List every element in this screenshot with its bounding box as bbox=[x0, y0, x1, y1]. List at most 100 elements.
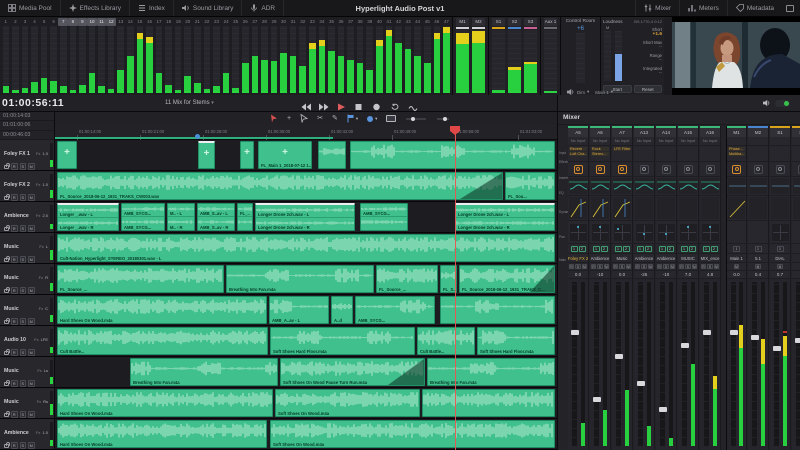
strip-track-name[interactable]: 5.1 bbox=[748, 254, 768, 263]
insert-power-button[interactable] bbox=[706, 165, 715, 174]
track-r-button[interactable]: R bbox=[11, 163, 18, 170]
track-r-button[interactable]: R bbox=[11, 349, 18, 356]
lock-icon[interactable] bbox=[4, 444, 9, 448]
audio-clip[interactable]: FL_Source_... bbox=[376, 265, 438, 293]
audio-clip[interactable]: Breathing Into Fan.m4a bbox=[130, 358, 278, 386]
strip-track-name[interactable]: MIX_ence bbox=[700, 254, 720, 263]
fader-handle[interactable] bbox=[703, 330, 711, 335]
strip-input[interactable] bbox=[792, 137, 800, 146]
strip-pan[interactable] bbox=[748, 221, 768, 244]
track-s-button[interactable]: S bbox=[20, 163, 27, 170]
strip-dynamics[interactable] bbox=[612, 196, 632, 221]
track-lane[interactable]: Hard Shoes On Wood.m4aAMB_A..av - LA..dA… bbox=[55, 295, 557, 325]
audio-clip[interactable]: AMB_SYCG... bbox=[355, 296, 435, 324]
effect-item[interactable]: LFE Filter bbox=[613, 147, 631, 151]
fader-track[interactable] bbox=[752, 282, 757, 446]
audio-clip[interactable]: Breathing Into Fan.m4a bbox=[226, 265, 374, 293]
audio-clip[interactable] bbox=[57, 141, 77, 169]
strip-effects[interactable] bbox=[792, 146, 800, 162]
track-r-button[interactable]: R bbox=[11, 256, 18, 263]
track-header[interactable]: MusicFxCRSM bbox=[0, 295, 55, 325]
main-assign-chip[interactable]: 1 bbox=[637, 246, 644, 252]
strip-m-button[interactable]: M bbox=[604, 264, 610, 270]
audio-clip[interactable]: Cult Battle... bbox=[57, 327, 268, 355]
strip-track-name[interactable] bbox=[792, 254, 800, 263]
track-m-button[interactable]: M bbox=[28, 225, 35, 232]
strip-pan[interactable] bbox=[792, 221, 800, 244]
strip-eq[interactable] bbox=[770, 177, 790, 196]
main-assign-chip[interactable]: 1 bbox=[571, 246, 578, 252]
insert-power-button[interactable] bbox=[776, 165, 785, 174]
strip-eq[interactable] bbox=[568, 177, 588, 196]
audio-clip[interactable]: Cult-Nation_Hyperlight_STEREO_20180301.w… bbox=[57, 234, 555, 262]
record-button[interactable] bbox=[372, 98, 383, 116]
track-height-control[interactable] bbox=[436, 115, 450, 123]
strip-effects[interactable] bbox=[678, 146, 698, 162]
strip-m-button[interactable]: M bbox=[648, 264, 654, 270]
track-m-button[interactable]: M bbox=[28, 380, 35, 387]
strip-m-button[interactable]: M bbox=[692, 264, 698, 270]
strip-pan[interactable] bbox=[678, 221, 698, 244]
audio-clip[interactable] bbox=[240, 141, 254, 169]
play-button[interactable] bbox=[336, 98, 347, 116]
strip-s-button[interactable]: S bbox=[597, 264, 603, 270]
lock-icon[interactable] bbox=[4, 413, 9, 417]
effect-item[interactable]: Phase... bbox=[728, 147, 745, 151]
strip-s-button[interactable]: S bbox=[707, 264, 713, 270]
strip-m-button[interactable]: M bbox=[755, 264, 761, 270]
strip-s-button[interactable]: S bbox=[575, 264, 581, 270]
strip-dynamics[interactable] bbox=[748, 196, 768, 221]
track-r-button[interactable]: R bbox=[11, 411, 18, 418]
playhead-line[interactable] bbox=[455, 126, 456, 450]
fader-track[interactable] bbox=[638, 282, 643, 446]
effect-item[interactable]: Loft Cha... bbox=[569, 152, 587, 156]
track-lane[interactable]: Longer _.wav - LLonger _.wav - RAMB_SYCG… bbox=[55, 202, 557, 232]
audio-clip[interactable]: AMB_A..av - L bbox=[269, 296, 329, 324]
loudness-reset-button[interactable]: Reset bbox=[634, 85, 663, 93]
strip-m-button[interactable]: M bbox=[582, 264, 588, 270]
effect-item[interactable]: Multiba... bbox=[728, 152, 745, 156]
audio-clip[interactable]: FL_Source_... bbox=[57, 265, 224, 293]
menu-item-media-pool[interactable]: Media Pool bbox=[0, 0, 61, 16]
fader-handle[interactable] bbox=[730, 330, 738, 335]
strip-m-button[interactable]: M bbox=[777, 264, 783, 270]
audio-clip[interactable]: Hard Shoes On Wood.m4a bbox=[57, 296, 267, 324]
menu-item-sound-library[interactable]: Sound Library bbox=[174, 0, 242, 16]
main-assign-chip[interactable]: 1 bbox=[777, 246, 784, 252]
strip-r-button[interactable]: R bbox=[613, 264, 619, 270]
audio-clip[interactable]: AMB_SYCG...AMB_SYCG... bbox=[121, 203, 165, 231]
main-assign-chip[interactable]: 1 bbox=[593, 246, 600, 252]
audio-clip[interactable]: Hard Shoes On Wood.m4a bbox=[57, 389, 273, 417]
strip-effects[interactable]: Phase...Multiba... bbox=[727, 146, 746, 162]
audio-clip[interactable]: FL_Main 1_2018-07-12 1... bbox=[258, 141, 312, 169]
strip-dynamics[interactable] bbox=[634, 196, 654, 221]
timeline-marker[interactable] bbox=[195, 134, 200, 139]
strip-effects[interactable]: ReverbLoft Cha... bbox=[568, 146, 588, 162]
track-s-button[interactable]: S bbox=[20, 380, 27, 387]
track-s-button[interactable]: S bbox=[20, 225, 27, 232]
track-lane[interactable]: Hard Shoes On Wood.m4aSoft Shoes On Wood… bbox=[55, 388, 557, 418]
strip-dynamics[interactable] bbox=[727, 196, 746, 221]
audio-clip[interactable]: M.. - LM.. - R bbox=[167, 203, 195, 231]
move-tool[interactable]: + bbox=[287, 112, 291, 125]
audio-clip[interactable]: FL_Source_2018-06-12_1931_TRAKS_CW003.wa… bbox=[57, 172, 503, 200]
lock-icon[interactable] bbox=[4, 227, 9, 231]
strip-r-button[interactable]: R bbox=[635, 264, 641, 270]
audio-clip[interactable]: Soft Shoes On Wood.m4a bbox=[275, 389, 420, 417]
strip-track-name[interactable]: Music bbox=[612, 254, 632, 263]
track-s-button[interactable]: S bbox=[20, 318, 27, 325]
strip-track-name[interactable]: Foley FX 2 bbox=[568, 254, 588, 263]
strip-eq[interactable] bbox=[792, 177, 800, 196]
strip-eq[interactable] bbox=[727, 177, 746, 196]
fader-handle[interactable] bbox=[681, 343, 689, 348]
strip-track-name[interactable]: Main 1 bbox=[727, 254, 746, 263]
main-assign-chip[interactable]: 2 bbox=[689, 246, 696, 252]
fast-forward-button[interactable] bbox=[318, 98, 329, 116]
audio-clip[interactable]: Longer Drone 2ch.wav - LLonger Drone 2ch… bbox=[455, 203, 555, 231]
strip-r-button[interactable]: R bbox=[679, 264, 685, 270]
monitor-toggle[interactable] bbox=[775, 100, 790, 107]
insert-power-button[interactable] bbox=[574, 165, 583, 174]
track-lane[interactable]: FL_Source_...Breathing Into Fan.m4aFL_So… bbox=[55, 264, 557, 294]
strip-dynamics[interactable] bbox=[568, 196, 588, 221]
strip-input[interactable] bbox=[748, 137, 768, 146]
